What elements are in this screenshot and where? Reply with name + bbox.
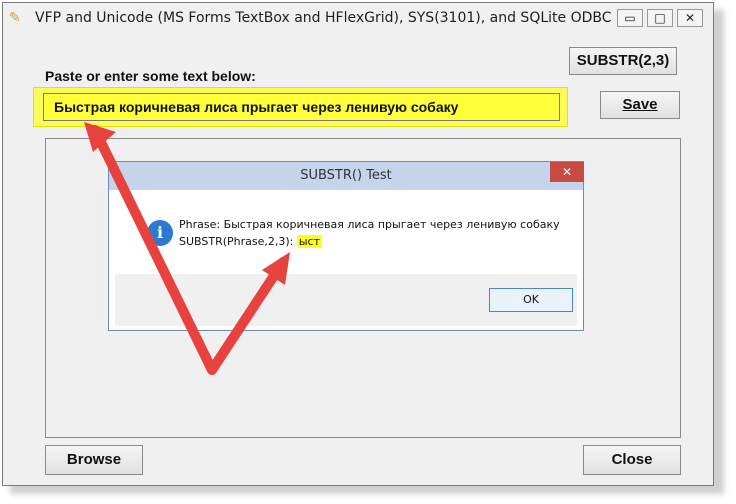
annotation-arrow xyxy=(90,125,288,375)
annotation-arrows xyxy=(84,122,290,375)
